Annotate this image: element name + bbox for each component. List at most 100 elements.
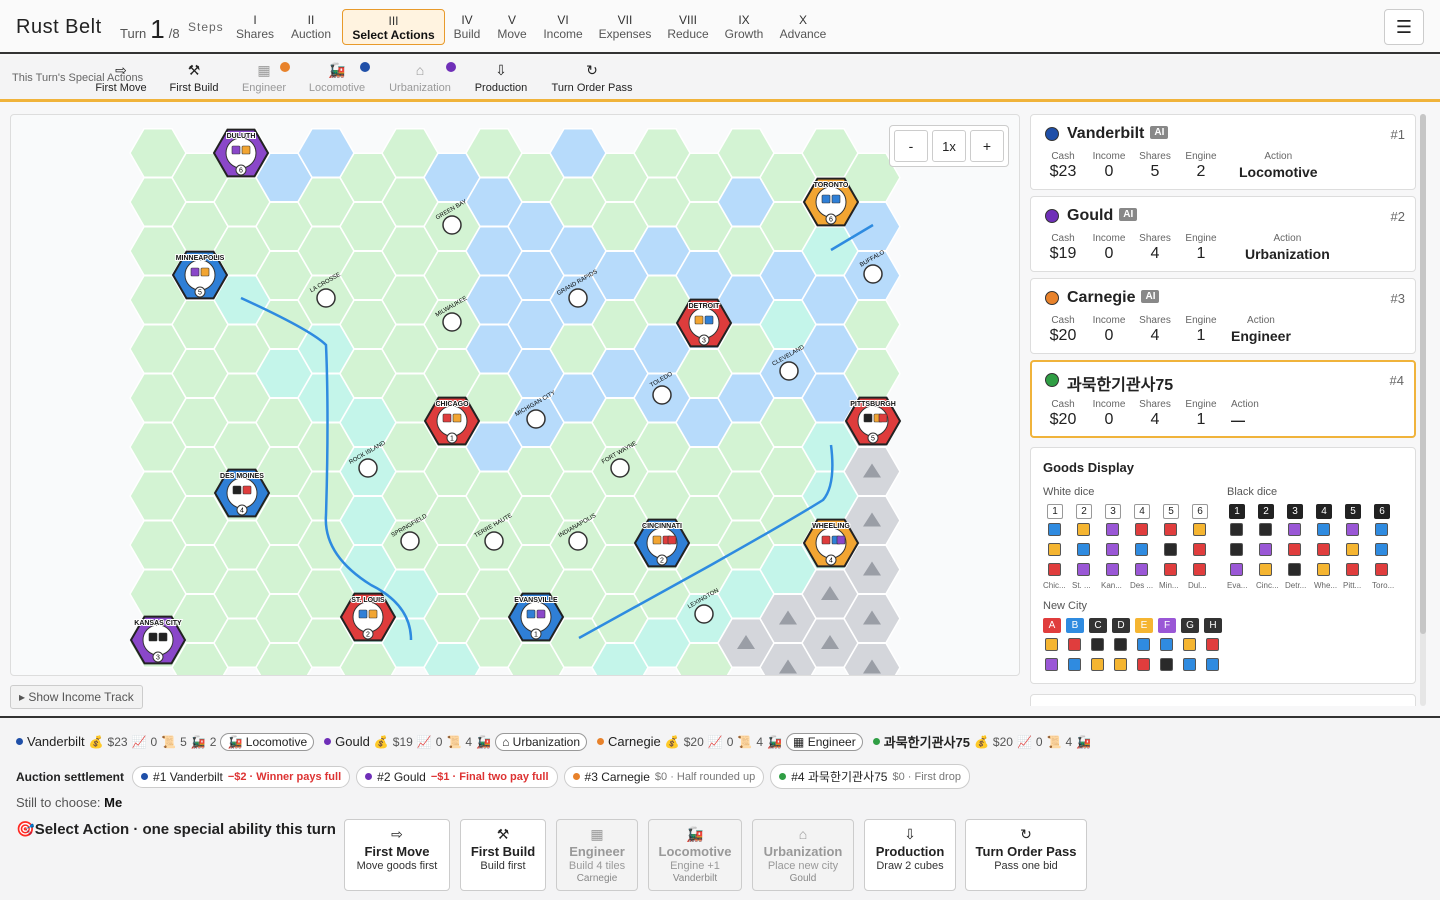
show-income-track-button[interactable]: ▸ Show Income Track [10, 685, 143, 709]
hex-map[interactable]: GREEN BAYBUFFALOLA CROSSE GRAND RAPIDSMIL… [11, 115, 1020, 676]
stat-shares: Shares 4 [1137, 315, 1173, 345]
hammer-icon: ⚒ [187, 62, 201, 78]
step-roman: V [507, 13, 516, 27]
town-marker[interactable] [316, 288, 336, 308]
stat-label: Engine [1185, 399, 1217, 410]
goods-cube [1068, 638, 1081, 651]
zoom-in-button[interactable]: + [970, 130, 1004, 162]
step-advance[interactable]: X Advance [771, 9, 835, 45]
step-build[interactable]: IV Build [445, 9, 489, 45]
town-marker[interactable] [526, 409, 546, 429]
scrollbar-thumb[interactable] [1420, 114, 1426, 634]
goods-cube [1160, 658, 1173, 671]
goods-cube [1048, 543, 1061, 556]
town-marker[interactable] [400, 531, 420, 551]
town-marker[interactable] [694, 604, 714, 624]
goods-cube [1288, 523, 1301, 536]
action-sub: Engine +1 [670, 860, 720, 872]
goods-cube [442, 413, 452, 423]
zoom-controls: - 1x + [889, 125, 1009, 167]
stat-cash: Cash $23 [1045, 151, 1081, 181]
action-first-build-button[interactable]: ⚒ First Build Build first [460, 819, 546, 891]
settlement-chip: #2 Gould −$1 · Final two pay full [356, 765, 558, 788]
step-roman: III [388, 14, 399, 28]
step-growth[interactable]: IX Growth [717, 9, 771, 45]
new-city-label: New City [1043, 600, 1088, 612]
action-production-button[interactable]: ⇩ Production Draw 2 cubes [864, 819, 956, 891]
goods-cube [1375, 523, 1388, 536]
hex-grid[interactable] [129, 128, 901, 676]
goods-cube [652, 535, 662, 545]
die-city-name: Toro... [1372, 581, 1395, 590]
step-move[interactable]: V Move [489, 9, 535, 45]
goods-cube [1288, 543, 1301, 556]
city-number: 3 [156, 655, 160, 662]
step-income[interactable]: VI Income [535, 9, 591, 45]
scroll-icon: 📜 [161, 734, 177, 749]
town-marker[interactable] [568, 531, 588, 551]
player-color-dot [1045, 291, 1059, 305]
stat-label: Cash [1051, 233, 1075, 244]
goods-cube [1317, 563, 1330, 576]
goods-cube [1259, 523, 1272, 536]
town-marker[interactable] [568, 288, 588, 308]
step-label: Shares [236, 27, 275, 41]
stat-label: Income [1092, 233, 1126, 244]
goods-cube [1317, 523, 1330, 536]
action-sub: Pass one bid [994, 860, 1058, 872]
step-auction[interactable]: II Auction [280, 9, 342, 45]
city-name: TORONTO [814, 182, 849, 189]
side-panel-scrollbar[interactable] [1420, 114, 1426, 706]
town-marker[interactable] [484, 531, 504, 551]
town-marker[interactable] [442, 312, 462, 332]
city-name: EVANSVILLE [514, 597, 558, 604]
goods-cube [1114, 638, 1127, 651]
city-number: 2 [366, 632, 370, 639]
action-first-move-button[interactable]: ⇨ First Move Move goods first [344, 819, 450, 891]
step-expenses[interactable]: VII Expenses [591, 9, 659, 45]
action-turn-order-pass-button[interactable]: ↻ Turn Order Pass Pass one bid [965, 819, 1087, 891]
top-bar: Rust Belt Turn 1/8 Steps I Shares II Aucti… [0, 0, 1440, 54]
town-marker[interactable] [863, 264, 883, 284]
app-title: Rust Belt [16, 16, 102, 38]
stat-label: Shares [1139, 233, 1171, 244]
side-panel: Vanderbilt AI #1 Cash $23 Income 0 Shares 5 … [1030, 114, 1416, 706]
action-title: Engineer [569, 844, 625, 859]
stat-action: Action Engineer [1231, 315, 1291, 344]
stat-value: 1 [1196, 327, 1206, 344]
goods-cube [242, 485, 252, 495]
city-name: DETROIT [689, 303, 720, 310]
player-shares: 4 [756, 734, 764, 749]
player-color-dot [365, 773, 373, 780]
zoom-out-button[interactable]: - [894, 130, 928, 162]
step-shares[interactable]: I Shares [230, 9, 280, 45]
stat-cash: Cash $20 [1045, 399, 1081, 429]
town-marker[interactable] [779, 361, 799, 381]
scroll-icon: 📜 [1046, 734, 1062, 749]
city-name: DULUTH [227, 133, 256, 140]
die-city-name: Kan... [1101, 581, 1122, 590]
step-select-actions[interactable]: III Select Actions [342, 9, 445, 45]
town-marker[interactable] [358, 458, 378, 478]
special-first-build: ⚒ First Build [166, 62, 222, 94]
step-roman: VII [617, 13, 633, 27]
town-marker[interactable] [610, 458, 630, 478]
hamburger-menu-icon[interactable]: ☰ [1384, 9, 1424, 45]
turn-total: /8 [168, 26, 180, 41]
white-die: 2 [1076, 504, 1092, 519]
step-label: Growth [724, 27, 764, 41]
settlement-amount: −$2 · Winner pays full [227, 770, 342, 783]
stat-label: Action [1231, 399, 1259, 410]
special-label: Production [474, 82, 528, 94]
building-glyph: ⌂ [415, 62, 425, 78]
step-reduce[interactable]: VIII Reduce [659, 9, 717, 45]
map-panel[interactable]: GREEN BAY BUFFALO LA CROSSE GRAND RAPIDS MIL… [10, 114, 1020, 676]
die-city-name: Eva... [1227, 581, 1248, 590]
new-city-tile: D [1112, 618, 1130, 633]
stat-engine: Engine 1 [1183, 399, 1219, 429]
town-marker[interactable] [652, 385, 672, 405]
ai-badge: AI [1150, 126, 1169, 139]
town-marker[interactable] [442, 215, 462, 235]
settlement-chip: #1 Vanderbilt −$2 · Winner pays full [132, 765, 351, 788]
select-action-title-text: Select Action · one special ability this… [34, 821, 336, 838]
